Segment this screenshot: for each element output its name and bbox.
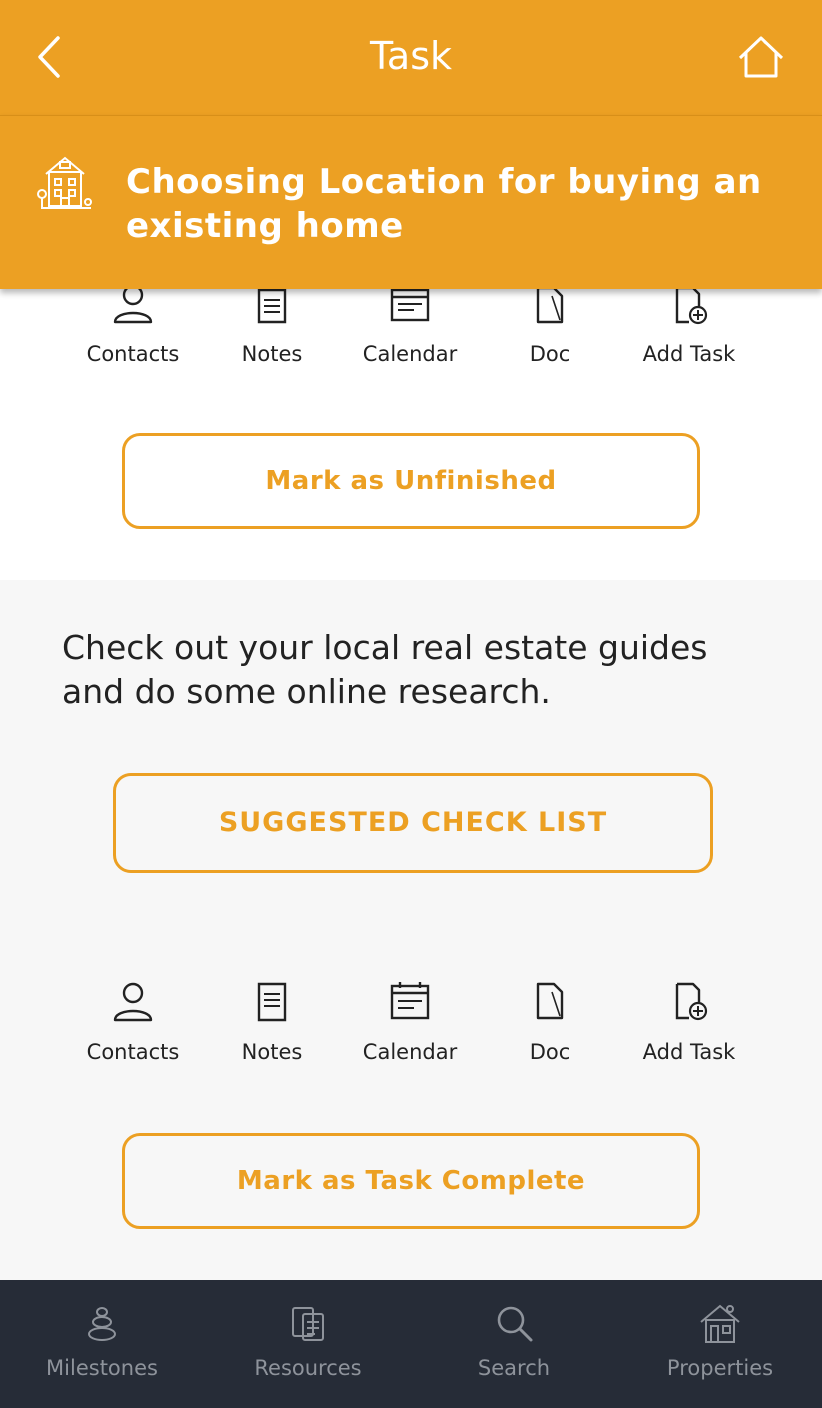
action-row-bottom: Contacts Notes Calendar Doc Add Task — [0, 980, 822, 1080]
tab-properties[interactable]: Properties — [630, 1300, 810, 1380]
task-description: Check out your local real estate guides … — [62, 628, 708, 711]
add-task-action[interactable]: Add Task — [619, 282, 759, 366]
mark-complete-button[interactable]: Mark as Task Complete — [122, 1133, 700, 1229]
calendar-action[interactable]: Calendar — [340, 980, 480, 1064]
tab-label: Resources — [254, 1356, 362, 1380]
calendar-label: Calendar — [362, 1040, 458, 1064]
mark-unfinished-button[interactable]: Mark as Unfinished — [122, 433, 700, 529]
page-title: Task — [369, 34, 452, 78]
doc-action[interactable]: Doc — [480, 282, 620, 366]
action-row-top: Contacts Notes Calendar Doc Add Task — [0, 282, 822, 382]
notes-action[interactable]: Notes — [202, 980, 342, 1064]
doc-action[interactable]: Doc — [480, 980, 620, 1064]
task-banner: Choosing Location for buying an existing… — [0, 115, 822, 289]
doc-label: Doc — [529, 342, 571, 366]
notes-label: Notes — [241, 342, 303, 366]
resources-icon — [292, 1307, 324, 1341]
search-icon — [497, 1306, 533, 1342]
contacts-action[interactable]: Contacts — [63, 980, 203, 1064]
tab-search[interactable]: Search — [424, 1300, 604, 1380]
notes-icon — [257, 982, 287, 1022]
task-heading: Choosing Location for buying an existing… — [126, 162, 762, 246]
add-task-action[interactable]: Add Task — [619, 980, 759, 1064]
notes-action[interactable]: Notes — [202, 282, 342, 366]
house-icon — [37, 156, 92, 209]
add-task-label: Add Task — [642, 1040, 736, 1064]
tab-resources[interactable]: Resources — [218, 1300, 398, 1380]
stones-icon — [88, 1307, 116, 1341]
contacts-label: Contacts — [86, 1040, 180, 1064]
add-task-icon — [675, 982, 708, 1021]
home-icon[interactable] — [736, 34, 786, 80]
contacts-label: Contacts — [86, 342, 180, 366]
properties-icon — [700, 1304, 740, 1343]
tab-label: Milestones — [46, 1356, 158, 1380]
doc-label: Doc — [529, 1040, 571, 1064]
calendar-label: Calendar — [362, 342, 458, 366]
calendar-icon — [390, 982, 430, 1020]
contacts-action[interactable]: Contacts — [63, 282, 203, 366]
tab-label: Search — [477, 1356, 551, 1380]
document-icon — [536, 982, 564, 1020]
calendar-action[interactable]: Calendar — [340, 282, 480, 366]
person-icon — [113, 982, 153, 1022]
add-task-label: Add Task — [642, 342, 736, 366]
suggested-checklist-button[interactable]: SUGGESTED CHECK LIST — [113, 773, 713, 873]
bottom-nav: Milestones Resources Search Properties — [0, 1280, 822, 1408]
notes-label: Notes — [241, 1040, 303, 1064]
tab-milestones[interactable]: Milestones — [12, 1300, 192, 1380]
top-bar: Task — [0, 0, 822, 115]
tab-label: Properties — [666, 1356, 774, 1380]
